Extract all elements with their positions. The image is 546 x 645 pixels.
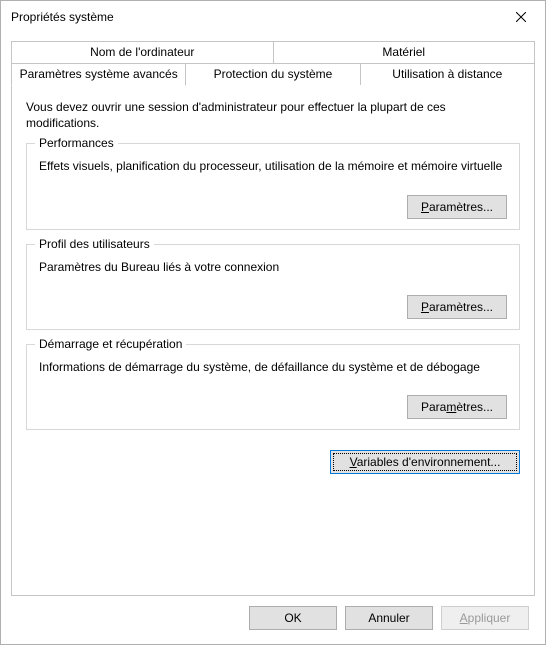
group-profiles-legend: Profil des utilisateurs <box>35 237 154 251</box>
titlebar: Propriétés système <box>1 1 545 33</box>
apply-button[interactable]: Appliquer <box>441 606 529 630</box>
tab-row-2: Paramètres système avancés Protection du… <box>11 63 535 86</box>
ok-button[interactable]: OK <box>249 606 337 630</box>
env-row: Variables d'environnement... <box>26 450 520 474</box>
window-title: Propriétés système <box>11 10 501 24</box>
group-performance-legend: Performances <box>35 136 118 150</box>
intro-text: Vous devez ouvrir une session d'administ… <box>26 99 520 131</box>
tab-row-1: Nom de l'ordinateur Matériel <box>11 41 535 63</box>
group-profiles-desc: Paramètres du Bureau liés à votre connex… <box>39 259 507 275</box>
advanced-panel: Vous devez ouvrir une session d'administ… <box>11 85 535 596</box>
close-icon <box>516 12 526 22</box>
tab-remote[interactable]: Utilisation à distance <box>361 63 535 86</box>
group-performance-desc: Effets visuels, planification du process… <box>39 158 507 174</box>
group-startup-desc: Informations de démarrage du système, de… <box>39 359 507 375</box>
group-profiles: Profil des utilisateurs Paramètres du Bu… <box>26 244 520 330</box>
group-startup-buttons: Paramètres... <box>39 395 507 419</box>
tabs-area: Nom de l'ordinateur Matériel Paramètres … <box>1 33 545 596</box>
group-performance: Performances Effets visuels, planificati… <box>26 143 520 229</box>
tab-advanced[interactable]: Paramètres système avancés <box>11 63 186 86</box>
environment-variables-button[interactable]: Variables d'environnement... <box>330 450 520 474</box>
startup-settings-button[interactable]: Paramètres... <box>407 395 507 419</box>
group-profiles-buttons: Paramètres... <box>39 295 507 319</box>
performance-settings-button[interactable]: Paramètres... <box>407 195 507 219</box>
dialog-footer: OK Annuler Appliquer <box>1 596 545 644</box>
group-startup: Démarrage et récupération Informations d… <box>26 344 520 430</box>
close-button[interactable] <box>501 3 541 31</box>
tab-system-protection[interactable]: Protection du système <box>186 63 360 86</box>
profiles-settings-button[interactable]: Paramètres... <box>407 295 507 319</box>
group-startup-legend: Démarrage et récupération <box>35 337 186 351</box>
group-performance-buttons: Paramètres... <box>39 195 507 219</box>
tab-computer-name[interactable]: Nom de l'ordinateur <box>11 41 274 63</box>
cancel-button[interactable]: Annuler <box>345 606 433 630</box>
tab-hardware[interactable]: Matériel <box>274 41 536 63</box>
system-properties-window: Propriétés système Nom de l'ordinateur M… <box>0 0 546 645</box>
